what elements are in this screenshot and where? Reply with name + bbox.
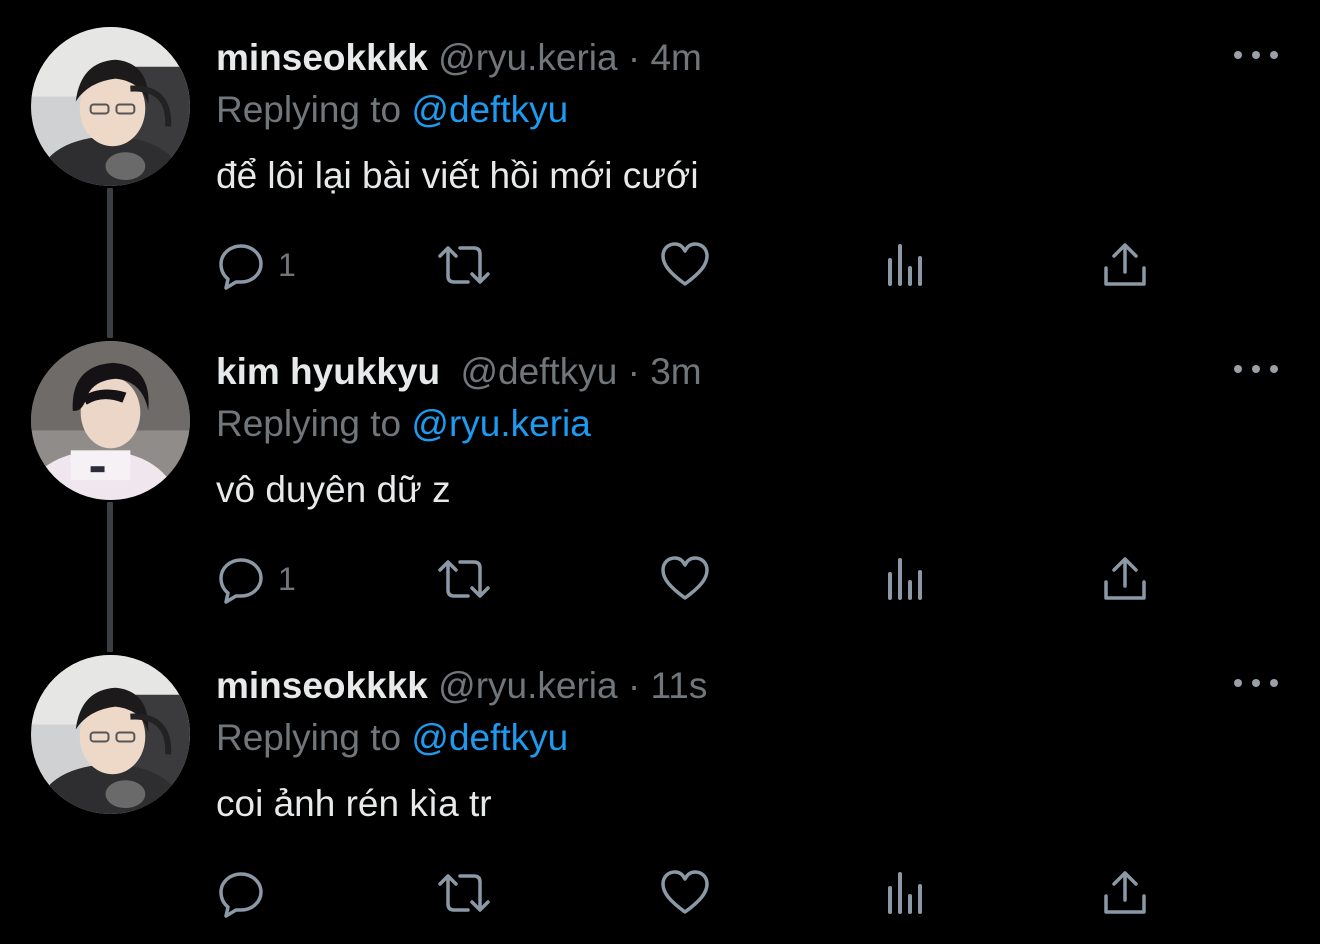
more-options-icon[interactable] [1234, 40, 1278, 70]
replying-to: Replying to @deftkyu [216, 88, 568, 132]
reply-icon [219, 244, 263, 290]
tweet-actions: 1 [216, 240, 1156, 290]
reply-button[interactable]: 1 [216, 554, 296, 604]
heart-icon [661, 556, 709, 600]
reply-button[interactable] [216, 868, 278, 918]
user-handle[interactable]: @ryu.keria [438, 37, 617, 78]
views-button[interactable] [884, 554, 928, 604]
share-icon [1104, 557, 1146, 600]
views-icon [888, 872, 922, 914]
tweet-header: kim hyukkyu @deftkyu · 3m [216, 350, 702, 394]
display-name[interactable]: minseokkkk [216, 665, 428, 706]
retweet-icon [438, 246, 490, 284]
replying-to-label: Replying to [216, 717, 402, 758]
tweet-text: vô duyên dữ z [216, 469, 451, 510]
reply-button[interactable]: 1 [216, 240, 296, 290]
retweet-button[interactable] [436, 868, 492, 918]
timestamp[interactable]: 4m [650, 37, 701, 78]
avatar[interactable] [31, 341, 190, 500]
replying-to: Replying to @deftkyu [216, 716, 568, 760]
tweet-actions: 1 [216, 554, 1156, 604]
avatar-minseokkkk [31, 27, 190, 186]
reply-icon [219, 558, 263, 604]
like-button[interactable] [660, 868, 710, 918]
timestamp[interactable]: 3m [650, 351, 701, 392]
heart-icon [661, 870, 709, 914]
tweet-text: để lôi lại bài viết hồi mới cưới [216, 155, 699, 196]
reply-count: 1 [278, 560, 296, 597]
avatar-minseokkkk [31, 655, 190, 814]
reply-count: 1 [278, 246, 296, 283]
tweet-actions [216, 868, 1156, 918]
avatar-kim-hyukkyu [31, 341, 190, 500]
retweet-icon [438, 874, 490, 912]
tweet-header: minseokkkk @ryu.keria · 11s [216, 664, 707, 708]
display-name[interactable]: kim hyukkyu [216, 351, 440, 392]
replying-to: Replying to @ryu.keria [216, 402, 591, 446]
more-options-icon[interactable] [1234, 354, 1278, 384]
like-button[interactable] [660, 240, 710, 290]
separator-dot: · [627, 37, 641, 78]
heart-icon [661, 242, 709, 286]
tweet[interactable]: kim hyukkyu @deftkyu · 3m Replying to @r… [0, 314, 1320, 628]
display-name[interactable]: minseokkkk [216, 37, 428, 78]
mention-link[interactable]: @deftkyu [411, 717, 568, 758]
mention-link[interactable]: @ryu.keria [411, 403, 590, 444]
like-button[interactable] [660, 554, 710, 604]
mention-link[interactable]: @deftkyu [411, 89, 568, 130]
views-button[interactable] [884, 240, 928, 290]
tweet[interactable]: minseokkkk @ryu.keria · 11s Replying to … [0, 628, 1320, 942]
reply-icon [219, 872, 263, 918]
more-options-icon[interactable] [1234, 668, 1278, 698]
share-button[interactable] [1102, 868, 1148, 918]
user-handle[interactable]: @deftkyu [460, 351, 617, 392]
tweet-text: coi ảnh rén kìa tr [216, 783, 492, 824]
avatar[interactable] [31, 27, 190, 186]
retweet-button[interactable] [436, 554, 492, 604]
views-icon [888, 244, 922, 286]
share-icon [1104, 243, 1146, 286]
retweet-button[interactable] [436, 240, 492, 290]
views-button[interactable] [884, 868, 928, 918]
timestamp[interactable]: 11s [650, 665, 707, 706]
avatar[interactable] [31, 655, 190, 814]
tweet-header: minseokkkk @ryu.keria · 4m [216, 36, 702, 80]
tweet[interactable]: minseokkkk @ryu.keria · 4m Replying to @… [0, 0, 1320, 314]
retweet-icon [438, 560, 490, 598]
share-button[interactable] [1102, 240, 1148, 290]
replying-to-label: Replying to [216, 403, 402, 444]
separator-dot: · [627, 351, 640, 392]
separator-dot: · [627, 665, 641, 706]
replying-to-label: Replying to [216, 89, 402, 130]
share-button[interactable] [1102, 554, 1148, 604]
share-icon [1104, 871, 1146, 914]
reply-thread: minseokkkk @ryu.keria · 4m Replying to @… [0, 0, 1320, 944]
views-icon [888, 558, 922, 600]
user-handle[interactable]: @ryu.keria [438, 665, 617, 706]
